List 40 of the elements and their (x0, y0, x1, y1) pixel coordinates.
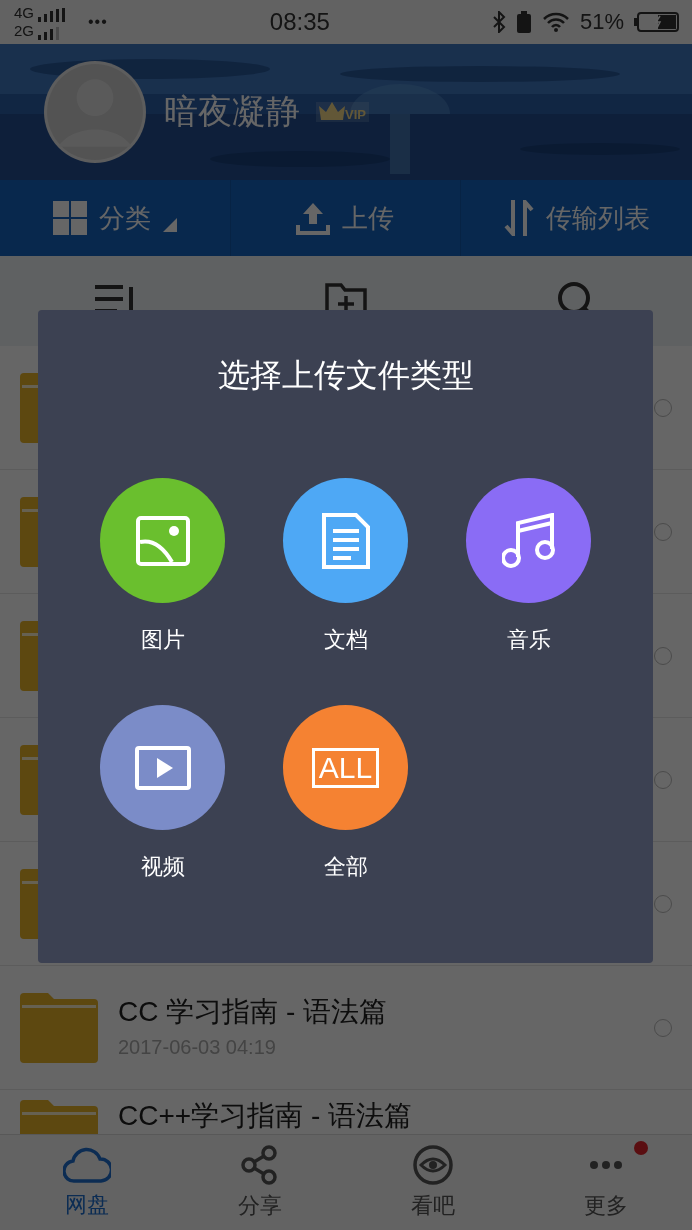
bluetooth-icon (491, 11, 506, 33)
grid-icon (52, 201, 87, 235)
folder-icon (20, 992, 98, 1063)
nav-tab[interactable]: 网盘 (0, 1135, 173, 1230)
wifi-icon (541, 12, 570, 32)
all-icon: ALL (311, 747, 380, 788)
battery-icon (634, 11, 680, 33)
transfer-icon (503, 200, 534, 236)
share-icon (239, 1144, 280, 1185)
more-indicator: ••• (88, 13, 108, 31)
crown-icon (319, 102, 345, 122)
image-icon (135, 515, 190, 566)
nav-tab[interactable]: 更多 (519, 1135, 692, 1230)
network-label: 4G (14, 4, 34, 22)
upload-icon (296, 201, 331, 235)
file-type-option[interactable]: 音乐 (437, 478, 620, 655)
nav-tab[interactable]: 看吧 (346, 1135, 519, 1230)
user-name: 暗夜凝静 (164, 91, 300, 132)
signal-icon (36, 8, 66, 22)
file-name: CC++学习指南 - 语法篇 (118, 1100, 414, 1132)
file-type-option[interactable]: 视频 (71, 705, 254, 882)
nav-tab[interactable]: 分享 (173, 1135, 346, 1230)
file-name: CC 学习指南 - 语法篇 (118, 996, 389, 1028)
clock-text: 08:35 (269, 8, 330, 36)
battery-percent: 51% (579, 9, 624, 35)
dialog-title: 选择上传文件类型 (217, 356, 474, 395)
file-type-option[interactable]: 图片 (71, 478, 254, 655)
network-label: 2G (14, 22, 34, 40)
document-icon (321, 512, 370, 569)
file-type-option[interactable]: 文档 (254, 478, 437, 655)
battery-saver-icon (515, 11, 532, 33)
file-type-option[interactable]: ALL 全部 (254, 705, 437, 882)
avatar-icon[interactable] (44, 61, 146, 163)
dropdown-icon (162, 218, 177, 232)
toolbar-button[interactable]: 传输列表 (461, 180, 692, 256)
cloud-icon (62, 1145, 111, 1184)
music-note-icon (501, 512, 556, 569)
play-icon (134, 745, 191, 790)
eye-icon (412, 1144, 453, 1185)
folder-icon (20, 1100, 98, 1134)
